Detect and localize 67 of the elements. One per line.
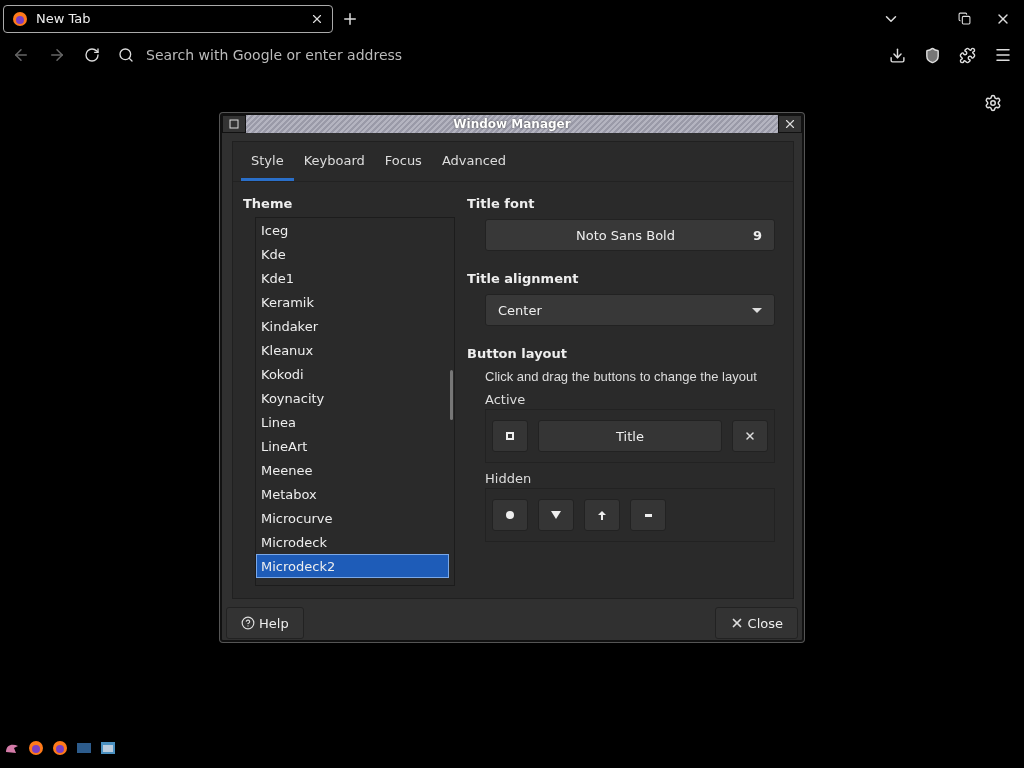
theme-item[interactable]: Metabox <box>256 482 449 506</box>
search-icon <box>118 47 134 63</box>
theme-item[interactable]: Iceg <box>256 218 449 242</box>
question-mark-icon <box>241 616 255 630</box>
theme-item[interactable]: Kokodi <box>256 362 449 386</box>
theme-item[interactable]: Microdeck2 <box>256 554 449 578</box>
theme-item[interactable]: Kleanux <box>256 338 449 362</box>
browser-logo-icon[interactable] <box>52 740 68 756</box>
above-button[interactable] <box>584 499 620 531</box>
back-icon[interactable] <box>12 46 30 64</box>
close-icon <box>783 117 797 131</box>
theme-item[interactable]: Microdeck <box>256 530 449 554</box>
window-title: Window Manager <box>246 115 778 133</box>
theme-heading: Theme <box>243 196 294 211</box>
download-icon[interactable] <box>889 46 906 64</box>
address-field[interactable]: Search with Google or enter address <box>144 46 871 64</box>
alignment-dropdown[interactable]: Center <box>485 294 775 326</box>
dot-icon <box>506 511 514 519</box>
maximize-button[interactable] <box>492 420 528 452</box>
theme-item[interactable]: LineArt <box>256 434 449 458</box>
triangle-down-icon <box>551 511 561 519</box>
window-menu-button[interactable] <box>222 115 246 133</box>
tab[interactable]: Style <box>241 142 294 181</box>
sticky-button[interactable] <box>492 499 528 531</box>
browser-logo-icon[interactable] <box>28 740 44 756</box>
square-icon <box>506 432 514 440</box>
theme-item[interactable]: Kde1 <box>256 266 449 290</box>
theme-item[interactable]: Koynacity <box>256 386 449 410</box>
font-picker-button[interactable]: Noto Sans Bold 9 <box>485 219 775 251</box>
window-icon[interactable] <box>100 740 116 756</box>
title-slot-button[interactable]: Title <box>538 420 722 452</box>
tab[interactable]: Keyboard <box>293 142 375 181</box>
close-button[interactable]: Close <box>714 607 798 639</box>
layout-hint: Click and drag the buttons to change the layout <box>485 369 758 384</box>
square-icon <box>229 119 239 129</box>
theme-item[interactable]: Keramik <box>256 290 449 314</box>
tab[interactable]: Focus <box>374 142 432 181</box>
close-button[interactable] <box>732 420 768 452</box>
scrollbar-thumb[interactable] <box>450 370 453 420</box>
close-icon <box>744 430 756 442</box>
menu-icon[interactable] <box>994 46 1012 64</box>
dropdown-caret-icon <box>752 307 762 313</box>
reload-icon[interactable] <box>84 47 100 63</box>
tab-title: New Tab <box>36 11 92 26</box>
forward-icon[interactable] <box>48 46 66 64</box>
shield-icon[interactable] <box>924 46 941 64</box>
theme-item[interactable]: Kde <box>256 242 449 266</box>
theme-item[interactable]: Kindaker <box>256 314 449 338</box>
restore-icon[interactable] <box>958 12 971 25</box>
settings-icon[interactable] <box>984 94 1002 112</box>
button-layout-heading: Button layout <box>467 346 568 361</box>
puzzle-icon[interactable] <box>959 46 976 64</box>
browser-logo-icon <box>12 10 28 27</box>
shade-button[interactable] <box>538 499 574 531</box>
tab[interactable]: Advanced <box>431 142 517 181</box>
theme-item[interactable]: Microcurve <box>256 506 449 530</box>
arrow-up-icon <box>598 510 606 520</box>
theme-item[interactable]: Linea <box>256 410 449 434</box>
title-alignment-heading: Title alignment <box>467 271 580 286</box>
help-button[interactable]: Help <box>226 607 304 639</box>
theme-item[interactable]: Meenee <box>256 458 449 482</box>
title-font-heading: Title font <box>467 196 536 211</box>
window-close-button[interactable] <box>778 115 802 133</box>
browser-tab[interactable]: New Tab <box>3 4 333 33</box>
active-label: Active <box>485 392 527 407</box>
hidden-label: Hidden <box>485 471 533 486</box>
underscore-icon <box>644 513 652 517</box>
